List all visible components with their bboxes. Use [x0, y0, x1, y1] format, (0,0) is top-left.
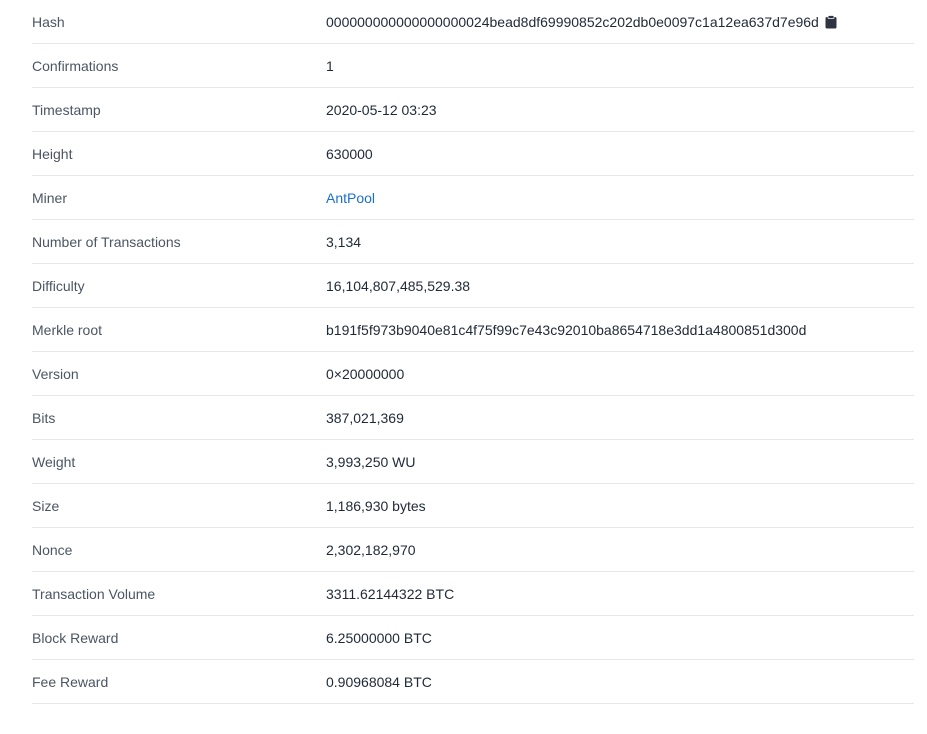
transactions-value: 3,134 — [326, 233, 362, 250]
row-difficulty: Difficulty 16,104,807,485,529.38 — [32, 264, 914, 308]
row-transactions: Number of Transactions 3,134 — [32, 220, 914, 264]
weight-value: 3,993,250 WU — [326, 453, 416, 470]
version-label: Version — [32, 365, 79, 382]
transaction-volume-value: 3311.62144322 BTC — [326, 585, 455, 602]
row-fee-reward: Fee Reward 0.90968084 BTC — [32, 660, 914, 704]
miner-label: Miner — [32, 189, 68, 206]
row-nonce: Nonce 2,302,182,970 — [32, 528, 914, 572]
confirmations-value: 1 — [326, 57, 334, 74]
size-value: 1,186,930 bytes — [326, 497, 426, 514]
row-merkle-root: Merkle root b191f5f973b9040e81c4f75f99c7… — [32, 308, 914, 352]
fee-reward-label: Fee Reward — [32, 673, 109, 690]
nonce-value: 2,302,182,970 — [326, 541, 416, 558]
row-miner: Miner AntPool — [32, 176, 914, 220]
row-height: Height 630000 — [32, 132, 914, 176]
version-value: 0×20000000 — [326, 365, 405, 382]
size-label: Size — [32, 497, 60, 514]
block-details-table: Hash 000000000000000000024bead8df6999085… — [32, 0, 914, 704]
timestamp-value: 2020-05-12 03:23 — [326, 101, 437, 118]
row-timestamp: Timestamp 2020-05-12 03:23 — [32, 88, 914, 132]
merkle-root-value: b191f5f973b9040e81c4f75f99c7e43c92010ba8… — [326, 321, 807, 338]
row-version: Version 0×20000000 — [32, 352, 914, 396]
merkle-root-label: Merkle root — [32, 321, 103, 338]
difficulty-value: 16,104,807,485,529.38 — [326, 277, 471, 294]
hash-label: Hash — [32, 13, 65, 30]
block-reward-label: Block Reward — [32, 629, 119, 646]
bits-value: 387,021,369 — [326, 409, 404, 426]
row-block-reward: Block Reward 6.25000000 BTC — [32, 616, 914, 660]
row-confirmations: Confirmations 1 — [32, 44, 914, 88]
row-hash: Hash 000000000000000000024bead8df6999085… — [32, 0, 914, 44]
clipboard-icon[interactable] — [825, 14, 837, 29]
weight-label: Weight — [32, 453, 76, 470]
row-bits: Bits 387,021,369 — [32, 396, 914, 440]
height-label: Height — [32, 145, 73, 162]
difficulty-label: Difficulty — [32, 277, 85, 294]
fee-reward-value: 0.90968084 BTC — [326, 673, 432, 690]
hash-value-container: 000000000000000000024bead8df69990852c202… — [326, 14, 837, 30]
timestamp-label: Timestamp — [32, 101, 101, 118]
row-size: Size 1,186,930 bytes — [32, 484, 914, 528]
nonce-label: Nonce — [32, 541, 73, 558]
row-transaction-volume: Transaction Volume 3311.62144322 BTC — [32, 572, 914, 616]
height-value: 630000 — [326, 145, 373, 162]
miner-link[interactable]: AntPool — [326, 190, 375, 206]
transactions-label: Number of Transactions — [32, 233, 181, 250]
block-reward-value: 6.25000000 BTC — [326, 629, 432, 646]
hash-value[interactable]: 000000000000000000024bead8df69990852c202… — [326, 14, 819, 30]
bits-label: Bits — [32, 409, 56, 426]
transaction-volume-label: Transaction Volume — [32, 585, 156, 602]
row-weight: Weight 3,993,250 WU — [32, 440, 914, 484]
confirmations-label: Confirmations — [32, 57, 119, 74]
